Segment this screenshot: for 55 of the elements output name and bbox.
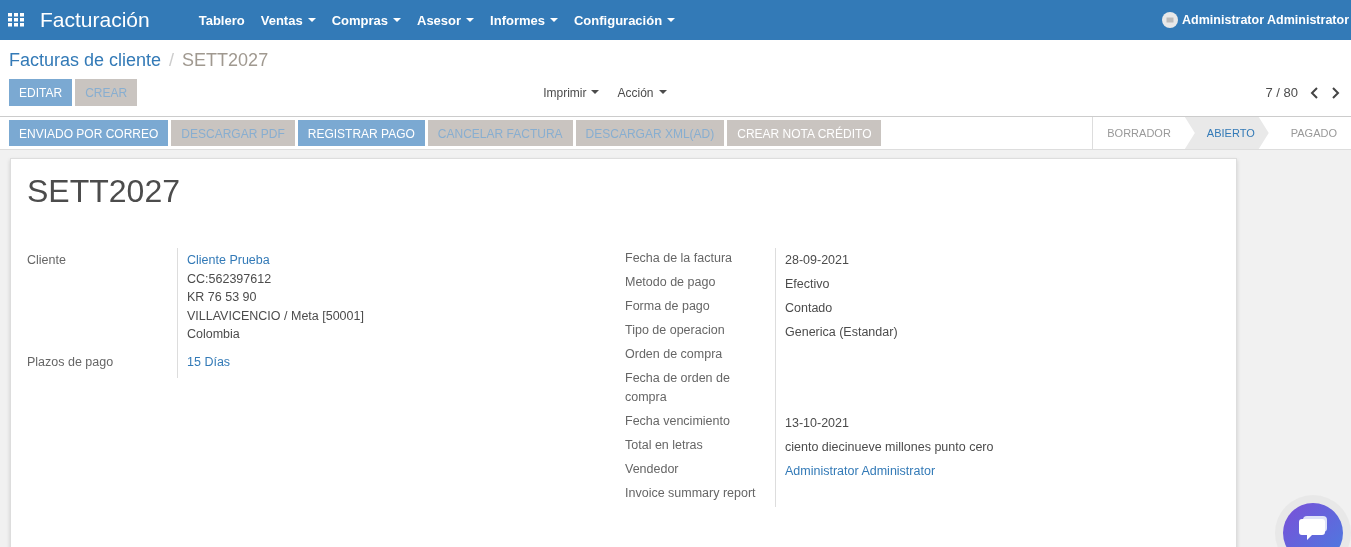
field-label: Tipo de operacion [625, 322, 726, 339]
field-label: Forma de pago [625, 298, 711, 315]
field-link[interactable]: Cliente Prueba [187, 251, 617, 270]
field-value: Efectivo [785, 276, 831, 293]
field-label: Invoice summary report [625, 485, 757, 502]
caret-icon [393, 17, 401, 23]
action-button[interactable]: REGISTRAR PAGO [297, 120, 425, 146]
dropdown-button[interactable]: Acción [617, 85, 667, 100]
field-label: Orden de compra [625, 346, 724, 363]
field-label: Cliente [27, 252, 67, 269]
field-label: Fecha de orden de compra [625, 370, 731, 406]
caret-icon [591, 90, 600, 95]
menu-item[interactable]: Tablero [191, 12, 252, 28]
breadcrumb-separator: / [169, 50, 175, 71]
field-label: Metodo de pago [625, 274, 717, 291]
previous-icon[interactable] [1308, 84, 1320, 101]
status-step[interactable]: ABIERTO [1184, 117, 1269, 149]
field-label: Total en letras [625, 437, 704, 454]
field-link[interactable]: 15 Días [187, 352, 617, 371]
field-link[interactable]: Administrator Administrator [785, 462, 1212, 481]
breadcrumb-current: SETT2027 [182, 50, 269, 71]
menu-item[interactable]: Configuración [567, 12, 683, 28]
action-button[interactable]: EDITAR [9, 79, 73, 106]
field-value: CC:562397612 [187, 270, 273, 288]
field-value: 13-10-2021 [785, 415, 850, 432]
field-label: Fecha de la factura [625, 250, 733, 267]
menu-item[interactable]: Asesor [410, 12, 482, 28]
breadcrumb-link[interactable]: Facturas de cliente [9, 50, 162, 71]
next-icon[interactable] [1330, 84, 1342, 101]
menu-item[interactable]: Informes [483, 12, 565, 28]
record-title: SETT2027 [27, 173, 181, 210]
dropdown-button[interactable]: Imprimir [543, 85, 600, 100]
field-value: KR 76 53 90 [187, 289, 258, 306]
caret-icon [466, 17, 475, 23]
avatar-icon [1162, 12, 1179, 28]
caret-icon [658, 90, 667, 95]
action-button[interactable]: ENVIADO POR CORREO [9, 120, 169, 146]
caret-icon [307, 17, 316, 23]
field-value: Generica (Estandar) [785, 324, 899, 341]
field-value: 28-09-2021 [785, 252, 850, 269]
menu-item[interactable]: Ventas [253, 12, 323, 28]
app-title: Facturación [40, 8, 150, 32]
field-value: Contado [785, 300, 834, 317]
apps-menu-icon[interactable] [8, 13, 24, 27]
caret-icon [667, 17, 676, 23]
user-name[interactable]: Administrator Administrator [1182, 13, 1349, 27]
caret-icon [550, 17, 558, 23]
field-label: Fecha vencimiento [625, 413, 731, 430]
field-label: Vendedor [625, 461, 680, 478]
menu-item[interactable]: Compras [324, 12, 408, 28]
field-label: Plazos de pago [27, 353, 115, 371]
pager-counter: 7 / 80 [1265, 85, 1298, 100]
field-value: Colombia [187, 326, 241, 343]
field-value: ciento diecinueve millones punto cero [785, 439, 995, 456]
field-value: VILLAVICENCIO / Meta [50001] [187, 307, 365, 325]
